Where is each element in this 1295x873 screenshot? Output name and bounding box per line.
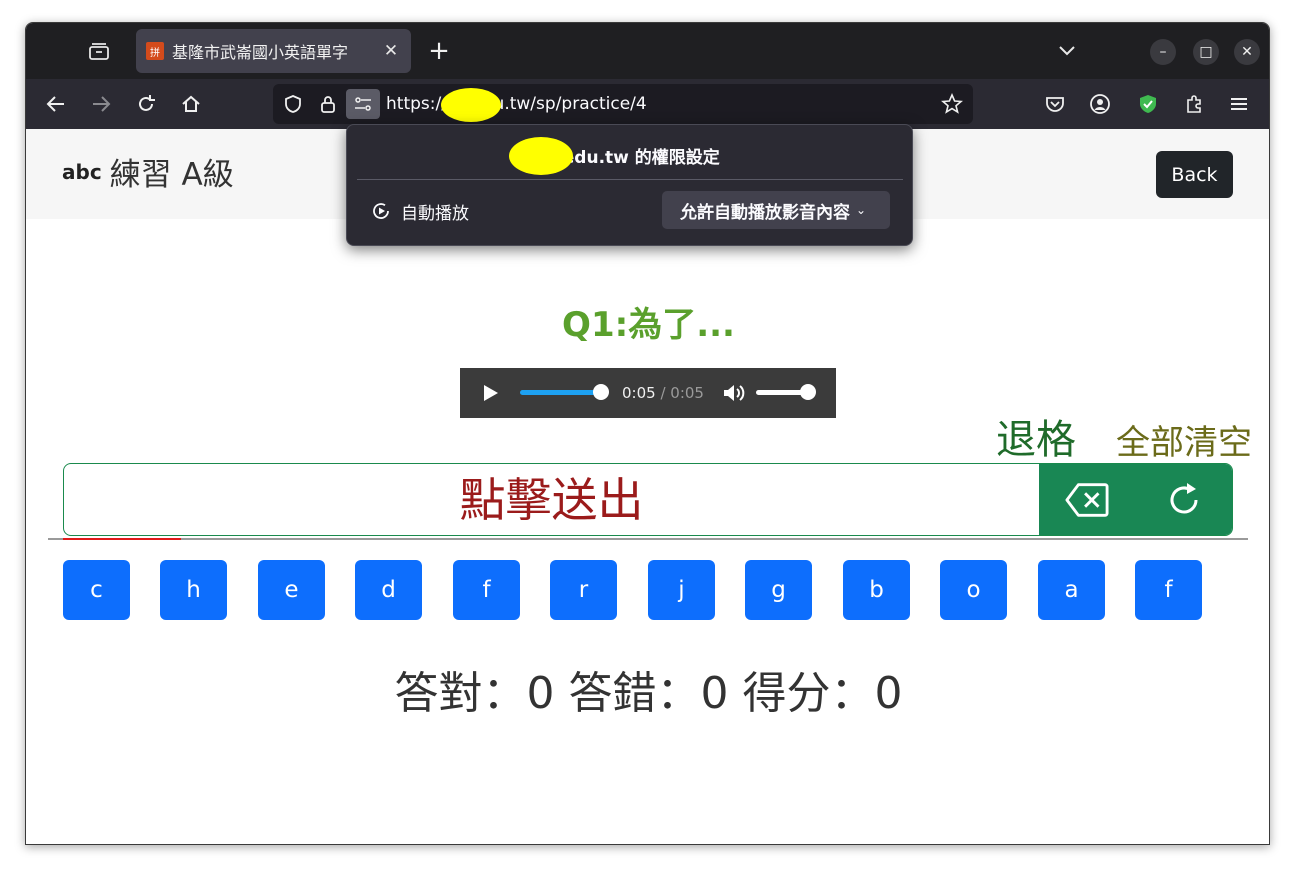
popup-separator — [357, 179, 903, 180]
input-progress-indicator — [63, 538, 181, 540]
menu-hamburger-icon[interactable] — [1227, 92, 1251, 116]
question-text: Q1:為了... — [562, 305, 735, 345]
back-arrow-icon[interactable] — [44, 92, 68, 116]
autoplay-icon — [371, 201, 391, 221]
audio-current-time: 0:05 — [622, 384, 656, 402]
close-window-button[interactable]: ✕ — [1234, 39, 1260, 65]
autoplay-select-value: 允許自動播放影音內容 — [680, 202, 850, 223]
browser-window: 拼 基隆市武崙國小英語單字 ✕ + – □ ✕ https:// kl.edu.… — [25, 22, 1270, 845]
maximize-button[interactable]: □ — [1193, 39, 1219, 65]
volume-icon[interactable] — [722, 382, 746, 404]
audio-progress-handle[interactable] — [593, 384, 609, 400]
audio-player: 0:05 / 0:05 — [460, 368, 836, 418]
chevron-down-icon: ⌄ — [856, 203, 867, 217]
autoplay-label: 自動播放 — [401, 204, 469, 224]
spellcheck-icon: abc — [62, 159, 102, 184]
volume-slider[interactable] — [756, 390, 806, 395]
audio-time: 0:05 / 0:05 — [622, 384, 704, 402]
page-title: 練習 A級 — [109, 157, 234, 193]
audio-duration: / 0:05 — [655, 384, 704, 402]
tab-close-icon[interactable]: ✕ — [381, 41, 401, 61]
letter-button[interactable]: a — [1038, 560, 1105, 620]
letter-button[interactable]: r — [550, 560, 617, 620]
letter-button[interactable]: c — [63, 560, 130, 620]
site-favicon-icon: 拼 — [146, 42, 164, 60]
tab-strip: 拼 基隆市武崙國小英語單字 ✕ + – □ ✕ — [26, 23, 1269, 79]
nav-toolbar: https:// kl.edu.tw/sp/practice/4 — [26, 79, 1269, 129]
forward-arrow-icon[interactable] — [89, 92, 113, 116]
new-tab-button[interactable]: + — [426, 37, 452, 65]
volume-handle[interactable] — [800, 384, 816, 400]
letter-button[interactable]: f — [453, 560, 520, 620]
answer-tools — [1039, 464, 1232, 535]
account-icon[interactable] — [1088, 92, 1112, 116]
play-icon[interactable] — [480, 383, 500, 403]
tab-title: 基隆市武崙國小英語單字 — [172, 43, 349, 62]
home-icon[interactable] — [179, 92, 203, 116]
list-all-tabs-icon[interactable] — [88, 41, 110, 61]
brand: abc 練習 A級 — [62, 149, 234, 194]
extension-shield-icon[interactable] — [1136, 92, 1160, 116]
backspace-label: 退格 — [996, 417, 1076, 463]
extensions-puzzle-icon[interactable] — [1182, 92, 1206, 116]
site-permissions-popup: kl.edu.tw 的權限設定 自動播放 允許自動播放影音內容 ⌄ — [346, 124, 913, 246]
bookmark-star-icon[interactable] — [941, 92, 963, 115]
reset-icon[interactable] — [1163, 480, 1207, 520]
divider — [48, 538, 1248, 540]
tab-active[interactable]: 拼 基隆市武崙國小英語單字 ✕ — [136, 29, 411, 73]
url-text[interactable]: https:// kl.edu.tw/sp/practice/4 — [386, 94, 647, 114]
redaction-mark — [509, 137, 573, 175]
letter-button[interactable]: o — [940, 560, 1007, 620]
letter-button[interactable]: b — [843, 560, 910, 620]
tracking-shield-icon[interactable] — [283, 94, 303, 114]
score-text: 答對：0 答錯：0 得分：0 — [394, 668, 903, 719]
letter-buttons: c h e d f r j g b o a f — [63, 560, 1233, 620]
clear-all-label: 全部清空 — [1116, 423, 1252, 463]
back-button[interactable]: Back — [1156, 151, 1233, 198]
reload-icon[interactable] — [134, 92, 158, 116]
redaction-mark — [441, 88, 501, 122]
submit-button[interactable]: 點擊送出 — [64, 464, 1039, 535]
address-bar[interactable]: https:// kl.edu.tw/sp/practice/4 — [273, 84, 973, 124]
audio-progress-bar[interactable] — [520, 390, 602, 395]
letter-button[interactable]: h — [160, 560, 227, 620]
letter-button[interactable]: j — [648, 560, 715, 620]
letter-button[interactable]: e — [258, 560, 325, 620]
backspace-icon[interactable] — [1065, 480, 1109, 520]
letter-button[interactable]: f — [1135, 560, 1202, 620]
pocket-icon[interactable] — [1043, 92, 1067, 116]
answer-box: 點擊送出 — [63, 463, 1233, 536]
letter-button[interactable]: g — [745, 560, 812, 620]
chevron-down-icon[interactable] — [1056, 39, 1078, 61]
permissions-icon[interactable] — [346, 89, 380, 119]
autoplay-select[interactable]: 允許自動播放影音內容 ⌄ — [662, 191, 890, 229]
lock-icon[interactable] — [318, 94, 338, 114]
letter-button[interactable]: d — [355, 560, 422, 620]
minimize-button[interactable]: – — [1150, 39, 1176, 65]
popup-title: kl.edu.tw 的權限設定 — [539, 148, 720, 168]
